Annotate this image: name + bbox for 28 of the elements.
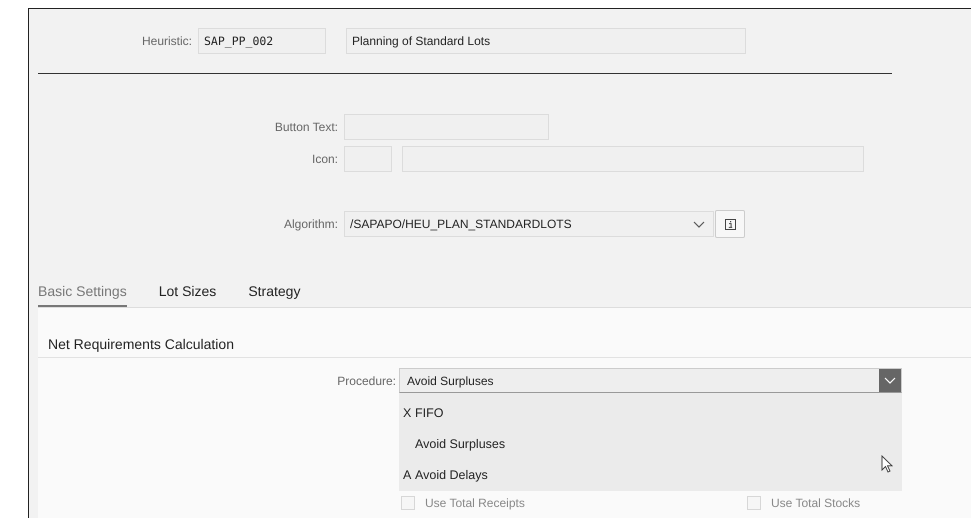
option-key: A bbox=[403, 468, 412, 482]
field-label: Procedure: bbox=[336, 374, 397, 388]
option-text: FIFO bbox=[415, 406, 444, 420]
dropdown-option[interactable]: Avoid Surpluses bbox=[399, 428, 902, 460]
tab[interactable]: Strategy bbox=[248, 278, 300, 307]
field-label: Heuristic: bbox=[140, 34, 193, 48]
option-key: X bbox=[403, 406, 412, 420]
option-text: Avoid Surpluses bbox=[415, 436, 506, 451]
field-label: Algorithm: bbox=[282, 217, 339, 231]
mouse-pointer-icon bbox=[881, 455, 893, 473]
dropdown-toggle-button[interactable] bbox=[879, 369, 901, 392]
heuristic-code-field[interactable]: SAP_PP_002 bbox=[198, 28, 326, 54]
field-label: Button Text: bbox=[274, 120, 339, 134]
checkbox-label: Use Total Stocks bbox=[771, 496, 860, 510]
dropdown-option[interactable]: A Avoid Delays bbox=[399, 460, 902, 491]
option-text: Avoid Delays bbox=[415, 468, 488, 482]
description-field[interactable]: Planning of Standard Lots bbox=[346, 28, 746, 54]
procedure-dropdown[interactable]: Avoid Surpluses bbox=[399, 368, 902, 393]
algorithm-dropdown[interactable]: /SAPAPO/HEU_PLAN_STANDARDLOTS bbox=[344, 211, 714, 237]
info-button[interactable] bbox=[715, 210, 745, 238]
tab[interactable]: Lot Sizes bbox=[158, 278, 216, 307]
checkbox-label: Use Total Receipts bbox=[425, 496, 525, 510]
chevron-down-icon bbox=[693, 220, 705, 228]
info-icon bbox=[724, 218, 736, 230]
dropdown-option[interactable]: X FIFO bbox=[399, 397, 902, 428]
section-title: Net Requirements Calculation bbox=[38, 336, 971, 358]
field-label: Icon: bbox=[310, 152, 339, 166]
chevron-down-icon bbox=[884, 377, 896, 384]
